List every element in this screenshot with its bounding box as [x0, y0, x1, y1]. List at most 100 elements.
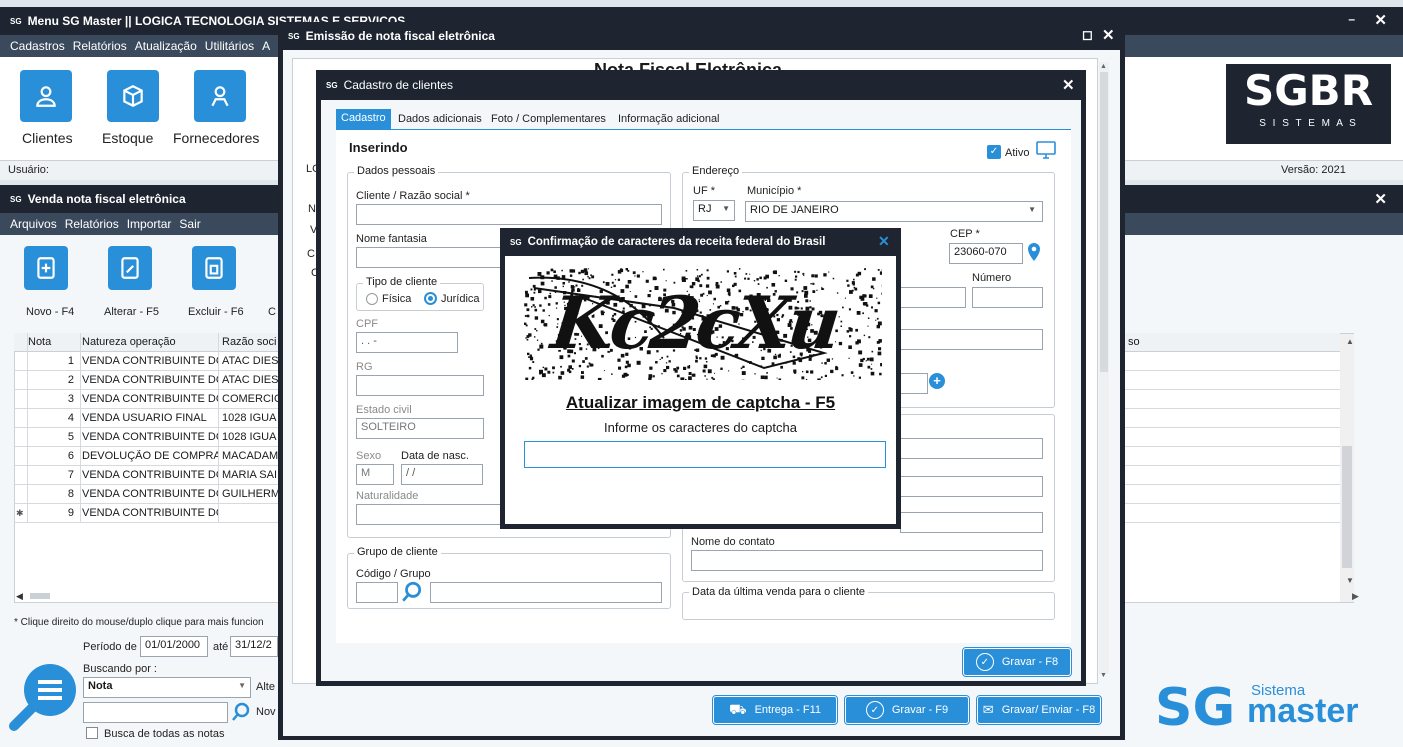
menu-utilitarios[interactable]: Utilitários [205, 39, 254, 53]
captcha-close-button[interactable]: ✕ [878, 233, 890, 250]
scroll-right-arrow[interactable]: ▶ [1352, 591, 1359, 602]
contato-input[interactable] [691, 550, 1043, 571]
scroll-down-arrow[interactable]: ▼ [1346, 576, 1354, 585]
menu-relatorios[interactable]: Relatórios [73, 39, 127, 53]
excluir-button[interactable]: Excluir - F6 [188, 306, 244, 318]
cep-input[interactable]: 23060-070 [949, 243, 1023, 264]
venda-close-button[interactable]: ✕ [1374, 190, 1387, 208]
delete-document-icon[interactable] [192, 246, 236, 290]
cell-nota: 9 [67, 507, 74, 519]
juridica-radio[interactable] [424, 292, 437, 305]
email-input[interactable] [900, 512, 1043, 533]
numero-input[interactable] [972, 287, 1043, 308]
cliente-close-button[interactable]: ✕ [1062, 76, 1075, 94]
menu-arquivos[interactable]: Arquivos [10, 217, 57, 231]
endereco-input[interactable] [900, 287, 966, 308]
alterar-button[interactable]: Alterar - F5 [104, 306, 159, 318]
buscando-select[interactable]: Nota ▼ [83, 677, 251, 698]
col-nota[interactable]: Nota [28, 336, 51, 348]
busca-todas-label[interactable]: Busca de todas as notas [104, 728, 224, 740]
busca-todas-checkbox[interactable] [86, 727, 98, 739]
juridica-label[interactable]: Jurídica [441, 293, 480, 305]
bairro-input[interactable] [900, 373, 928, 394]
search-input[interactable] [83, 702, 228, 723]
telefone-input[interactable] [900, 438, 1043, 459]
periodo-de-input[interactable]: 01/01/2000 [140, 636, 208, 657]
cell-nota: 3 [67, 393, 74, 405]
cell-natureza: DEVOLUÇÃO DE COMPRA [82, 450, 218, 462]
menu-a[interactable]: A [262, 39, 270, 53]
menu-sair[interactable]: Sair [179, 217, 200, 231]
periodo-ate-input[interactable]: 31/12/2 [230, 636, 278, 657]
h-scroll-thumb[interactable] [30, 593, 50, 599]
novo-button[interactable]: Novo - F4 [26, 306, 74, 318]
nasc-input[interactable]: / / [401, 464, 483, 485]
nfe-scroll-up[interactable]: ▲ [1100, 63, 1107, 70]
menu-relatorios[interactable]: Relatórios [65, 217, 119, 231]
nfe-close-button[interactable]: ✕ [1102, 26, 1115, 44]
cell-razao: MACADAM [222, 450, 279, 462]
col-so[interactable]: so [1128, 336, 1140, 348]
estoque-tile[interactable] [107, 70, 159, 122]
menu-atualizacao[interactable]: Atualização [135, 39, 197, 53]
cep-label: CEP * [950, 228, 980, 240]
entrega-button[interactable]: ⛟ Entrega - F11 [712, 695, 838, 725]
gravar-f9-button[interactable]: ✓ Gravar - F9 [844, 695, 970, 725]
col-razao[interactable]: Razão soci [222, 336, 276, 348]
municipio-select[interactable]: RIO DE JANEIRO ▼ [745, 201, 1043, 222]
nome-fantasia-input[interactable] [356, 247, 506, 268]
naturalidade-input[interactable] [356, 504, 502, 525]
new-document-icon[interactable] [24, 246, 68, 290]
search-icon[interactable] [401, 581, 423, 603]
clientes-tile[interactable] [20, 70, 72, 122]
monitor-icon[interactable] [1036, 141, 1056, 159]
cliente-input[interactable] [356, 204, 662, 225]
uf-select[interactable]: RJ ▼ [693, 200, 735, 221]
nfe-scrollbar[interactable] [1099, 62, 1109, 674]
sexo-input[interactable]: M [356, 464, 394, 485]
new-row-marker: ✱ [16, 507, 24, 518]
ativo-label[interactable]: Ativo [1005, 147, 1029, 159]
menu-cadastros[interactable]: Cadastros [10, 39, 65, 53]
fornecedores-tile[interactable] [194, 70, 246, 122]
scroll-up-arrow[interactable]: ▲ [1346, 337, 1354, 346]
captcha-input[interactable] [524, 441, 886, 468]
tab-dados-adicionais[interactable]: Dados adicionais [398, 113, 482, 125]
map-pin-icon[interactable] [1026, 242, 1042, 262]
c-button[interactable]: C [268, 306, 276, 318]
add-icon[interactable]: + [929, 373, 945, 389]
codigo-grupo-label: Código / Grupo [356, 568, 431, 580]
gravar-enviar-button[interactable]: ✉ Gravar/ Enviar - F8 [976, 695, 1102, 725]
estoque-label[interactable]: Estoque [102, 130, 153, 146]
fornecedores-label[interactable]: Fornecedores [173, 130, 259, 146]
tab-foto-complementares[interactable]: Foto / Complementares [491, 113, 606, 125]
minimize-button[interactable]: – [1348, 12, 1355, 26]
clientes-label[interactable]: Clientes [22, 130, 73, 146]
col-natureza[interactable]: Natureza operação [82, 336, 176, 348]
codigo-input[interactable] [356, 582, 398, 603]
tab-cadastro[interactable]: Cadastro [336, 109, 391, 129]
nfe-scroll-down[interactable]: ▼ [1100, 672, 1107, 679]
refresh-captcha-link[interactable]: Atualizar imagem de captcha - F5 [505, 393, 896, 413]
fisica-label[interactable]: Física [382, 293, 411, 305]
gravar-f8-button[interactable]: ✓ Gravar - F8 [962, 647, 1072, 677]
estado-civil-label: Estado civil [356, 404, 412, 416]
tab-informacao-adicional[interactable]: Informação adicional [618, 113, 720, 125]
nfe-maximize-button[interactable]: ◻ [1082, 27, 1093, 43]
complemento-input[interactable] [900, 329, 1043, 350]
scroll-left-arrow[interactable]: ◀ [16, 591, 23, 602]
close-button[interactable]: ✕ [1374, 11, 1387, 29]
grupo-input[interactable] [430, 582, 662, 603]
search-icon[interactable] [231, 702, 251, 722]
rg-input[interactable] [356, 375, 484, 396]
cpf-input[interactable]: . . - [356, 332, 458, 353]
fisica-radio[interactable] [366, 293, 378, 305]
edit-document-icon[interactable] [108, 246, 152, 290]
celular-input[interactable] [900, 476, 1043, 497]
grid-scrollbar[interactable] [1340, 334, 1354, 602]
estado-civil-input[interactable]: SOLTEIRO [356, 418, 484, 439]
ativo-checkbox[interactable]: ✓ [987, 145, 1001, 159]
menu-importar[interactable]: Importar [127, 217, 172, 231]
cell-razao: ATAC DIES [222, 374, 279, 386]
cell-nota: 7 [67, 469, 74, 481]
